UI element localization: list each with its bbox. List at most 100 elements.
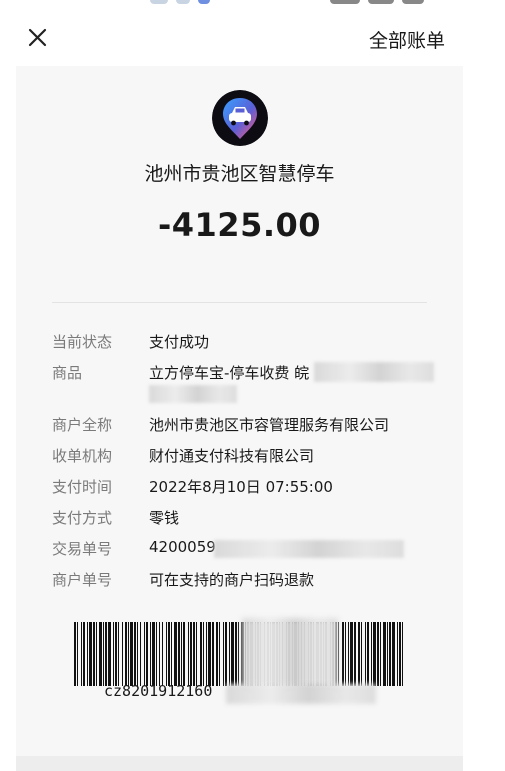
barcode-bar	[130, 622, 133, 686]
car-parking-logo-icon	[212, 90, 268, 146]
barcode-bar	[159, 622, 160, 686]
status-bar-icon	[150, 0, 168, 4]
barcode-bar	[103, 622, 104, 686]
barcode-bar	[387, 622, 388, 686]
barcode-bar	[150, 622, 151, 686]
bill-detail-page: 全部账单 池州市贵池区智慧停车 -4125.00 当前状态 支付成功 商品 立方…	[0, 0, 505, 771]
barcode-bar	[181, 622, 182, 686]
barcode-bar	[144, 622, 145, 686]
close-icon	[28, 28, 47, 47]
detail-row-payment-time: 支付时间 2022年8月10日 07:55:00	[52, 476, 452, 500]
barcode-bar	[389, 622, 391, 686]
barcode-bar	[105, 622, 107, 686]
barcode-bar	[345, 622, 346, 686]
detail-label: 商户单号	[52, 571, 113, 589]
barcode-bar	[348, 622, 349, 686]
barcode-bar	[358, 622, 360, 686]
top-bar: 全部账单	[0, 12, 505, 64]
barcode-bar	[113, 622, 114, 686]
detail-value: 立方停车宝-停车收费 皖	[149, 364, 310, 382]
barcode-bar	[87, 622, 88, 686]
barcode-bar	[166, 622, 167, 686]
barcode-bar	[377, 622, 379, 686]
barcode-bar	[89, 622, 92, 686]
barcode-bar	[367, 622, 369, 686]
barcode-bar	[380, 622, 381, 686]
barcode-bar	[231, 622, 234, 686]
detail-value[interactable]: 4200059	[149, 538, 216, 556]
detail-row-merchant-order: 商户单号 可在支持的商户扫码退款	[52, 569, 452, 593]
detail-row-product: 商品 立方停车宝-停车收费 皖	[52, 362, 452, 410]
divider	[52, 302, 427, 303]
detail-label: 商户全称	[52, 416, 113, 434]
barcode-bar	[96, 622, 97, 686]
barcode-bar	[354, 622, 356, 686]
barcode-bar	[216, 622, 218, 686]
barcode-bar	[74, 622, 76, 686]
barcode-bar	[365, 622, 366, 686]
barcode-bar	[225, 622, 227, 686]
barcode-bar	[81, 622, 82, 686]
barcode-bar	[229, 622, 230, 686]
detail-row-acquirer: 收单机构 财付通支付科技有限公司	[52, 445, 452, 469]
detail-label: 当前状态	[52, 333, 113, 351]
barcode-bar	[350, 622, 353, 686]
transaction-amount: -4125.00	[157, 206, 322, 244]
barcode-bar	[77, 622, 78, 686]
barcode-bar	[402, 622, 403, 686]
redacted-area	[314, 362, 434, 382]
barcode-bar	[188, 622, 189, 686]
detail-label: 交易单号	[52, 540, 113, 558]
barcode-bar	[99, 622, 102, 686]
all-bills-button[interactable]: 全部账单	[369, 26, 445, 53]
barcode-number: cz8201912160	[104, 682, 213, 700]
barcode-bar	[196, 622, 197, 686]
barcode-bar	[156, 622, 157, 686]
detail-row-transaction-id: 交易单号 4200059	[52, 538, 452, 562]
barcode-bar	[128, 622, 129, 686]
detail-label: 商品	[52, 364, 83, 382]
barcode-bar	[152, 622, 155, 686]
barcode-bar	[140, 622, 141, 686]
barcode-bar	[235, 622, 237, 686]
detail-label: 收单机构	[52, 447, 113, 465]
barcode-bar	[171, 622, 172, 686]
detail-value: 池州市贵池区市容管理服务有限公司	[149, 416, 390, 434]
barcode-bar	[342, 622, 344, 686]
bill-card: 池州市贵池区智慧停车 -4125.00 当前状态 支付成功 商品 立方停车宝-停…	[16, 66, 463, 766]
status-bar-icon	[368, 0, 394, 4]
barcode-bar	[361, 622, 362, 686]
barcode-bar	[125, 622, 127, 686]
barcode-bar	[208, 622, 211, 686]
detail-label: 支付时间	[52, 478, 113, 496]
barcode-bar	[93, 622, 95, 686]
barcode-icon	[74, 622, 403, 686]
order-barcode[interactable]	[74, 618, 406, 688]
status-bar	[0, 0, 505, 12]
barcode-bar	[338, 622, 339, 686]
detail-value: 可在支持的商户扫码退款	[149, 571, 315, 589]
redacted-area	[226, 684, 376, 704]
barcode-bar	[137, 622, 138, 686]
merchant-logo	[212, 90, 268, 146]
barcode-bar	[200, 622, 202, 686]
redacted-area	[242, 618, 338, 688]
barcode-bar	[108, 622, 111, 686]
detail-label: 支付方式	[52, 509, 113, 527]
detail-value: 财付通支付科技有限公司	[149, 447, 315, 465]
detail-value: 2022年8月10日 07:55:00	[149, 478, 333, 496]
merchant-name: 池州市贵池区智慧停车	[144, 163, 335, 185]
barcode-bar	[162, 622, 163, 686]
detail-value: 支付成功	[149, 333, 210, 351]
barcode-bar	[134, 622, 136, 686]
redacted-area	[149, 385, 237, 403]
close-button[interactable]	[24, 24, 52, 52]
barcode-bar	[392, 622, 395, 686]
barcode-bar	[238, 622, 239, 686]
barcode-bar	[206, 622, 207, 686]
barcode-bar	[373, 622, 376, 686]
status-bar-icon	[330, 0, 360, 4]
bottom-divider	[16, 756, 463, 771]
barcode-bar	[223, 622, 224, 686]
barcode-bar	[122, 622, 123, 686]
